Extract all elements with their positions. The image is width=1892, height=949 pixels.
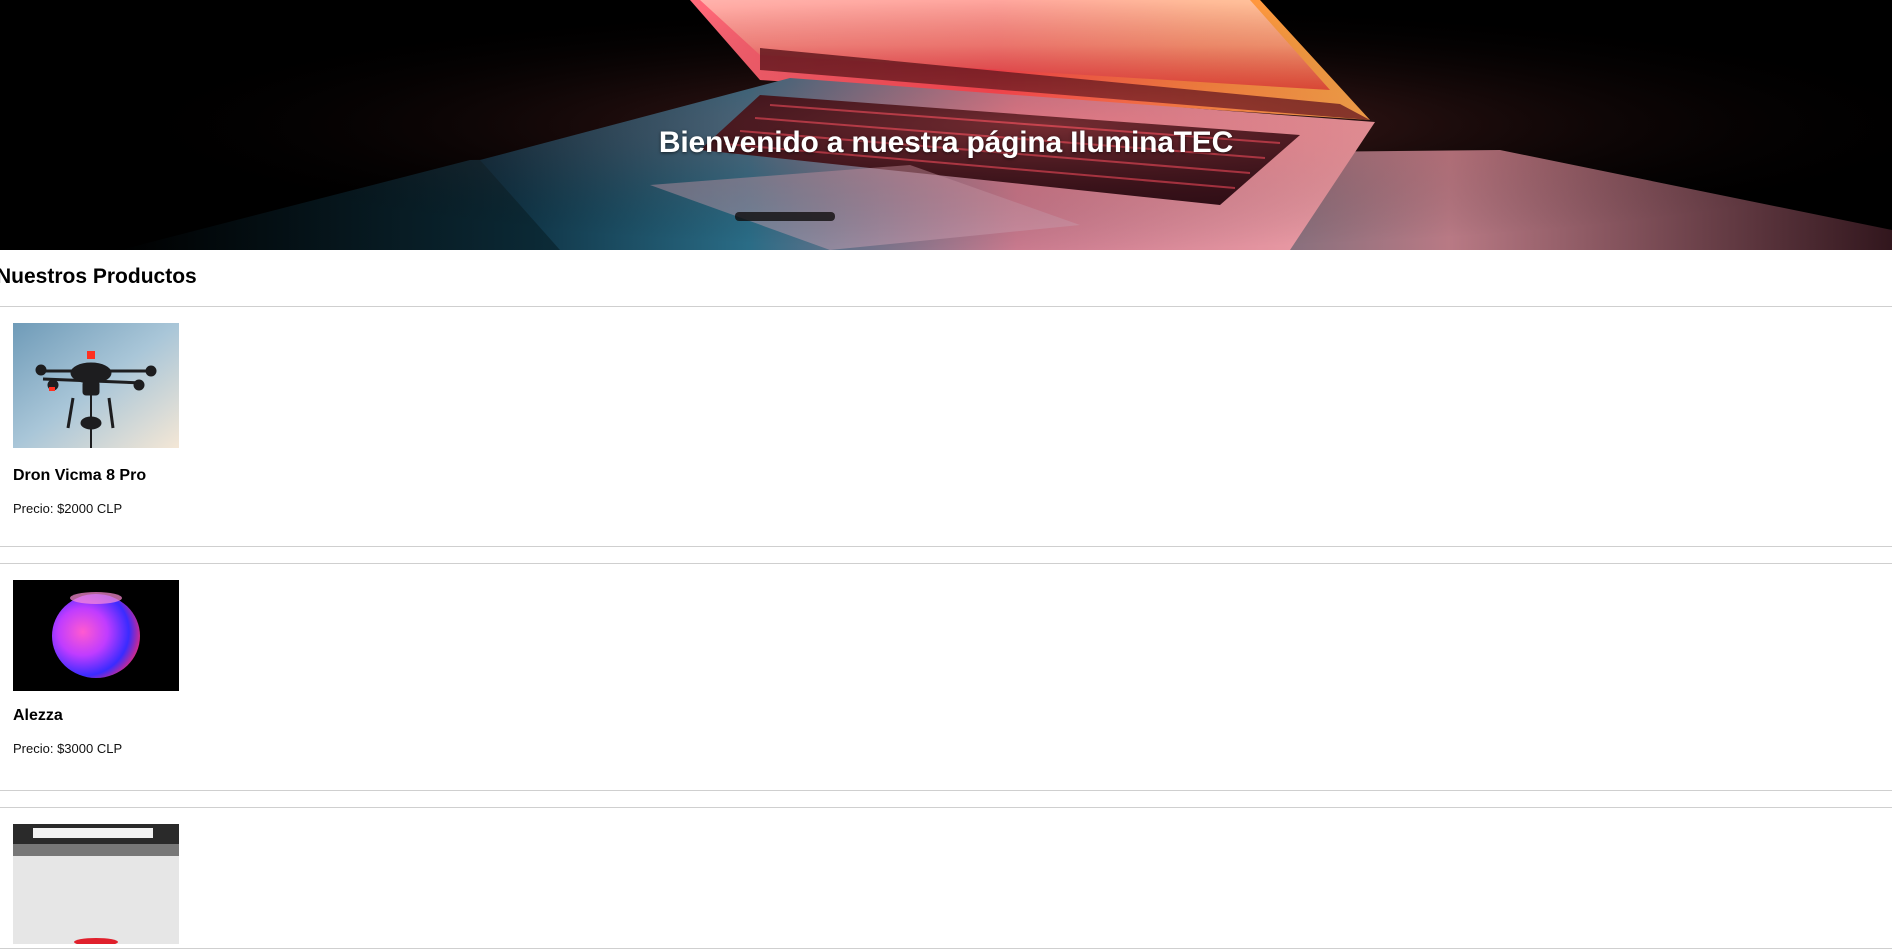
product-name: Dron Vicma 8 Pro: [13, 467, 147, 484]
hero-banner: Bienvenido a nuestra página IluminaTEC: [0, 0, 1892, 250]
laptop-hero-image: [0, 0, 1892, 250]
product-card: [0, 807, 1892, 949]
product-image-speaker[interactable]: [13, 580, 179, 691]
product-price: Precio: $2000 CLP: [13, 501, 123, 516]
product-price: Precio: $3000 CLP: [13, 741, 123, 756]
product-card: Alezza Precio: $3000 CLP: [0, 563, 1892, 791]
product-image-drone[interactable]: [13, 323, 179, 448]
product-card: Dron Vicma 8 Pro Precio: $2000 CLP: [0, 306, 1892, 547]
products-section-title: Nuestros Productos: [0, 265, 197, 288]
product-image-partial[interactable]: [13, 824, 179, 944]
product-name: Alezza: [13, 707, 63, 724]
hero-title: Bienvenido a nuestra página IluminaTEC: [658, 126, 1234, 160]
